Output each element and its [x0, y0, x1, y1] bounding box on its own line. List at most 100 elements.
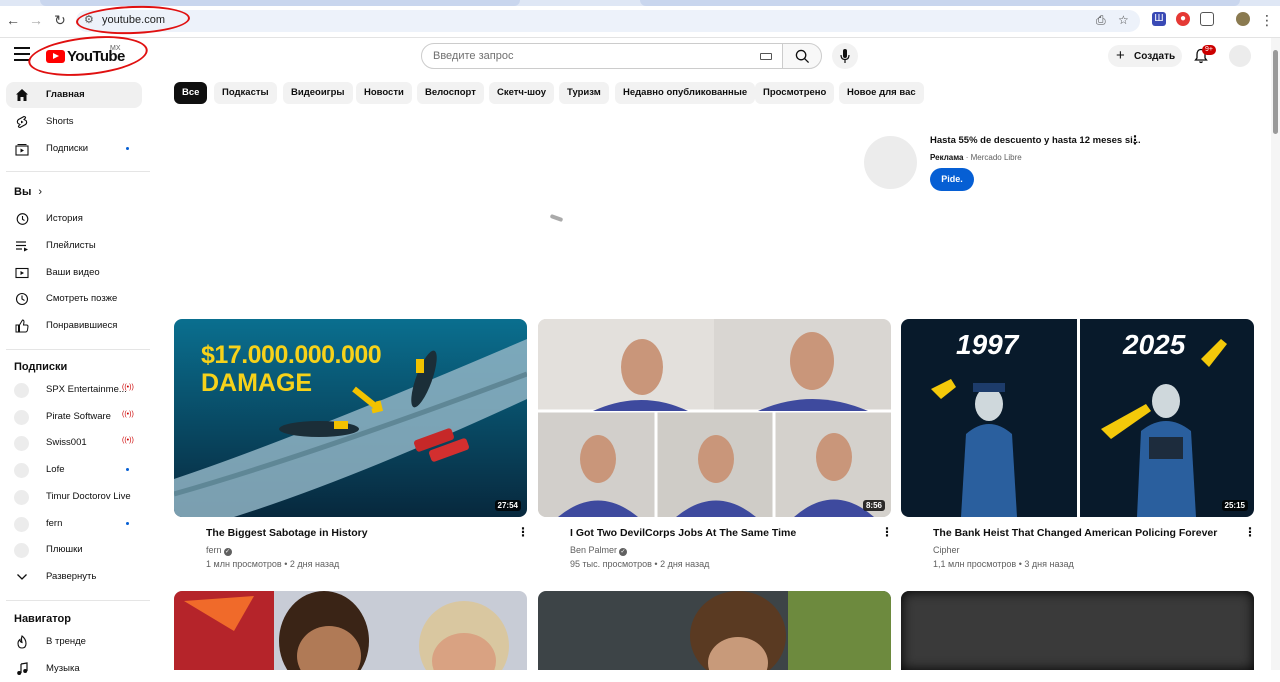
you-section-header[interactable]: Вы › [14, 186, 42, 198]
sidebar-channel-item[interactable]: Timur Doctorov Live [6, 484, 142, 510]
browser-tab[interactable] [640, 0, 1240, 6]
video-thumbnail[interactable] [901, 591, 1254, 670]
extension-icon[interactable]: Ш [1152, 12, 1166, 26]
video-title[interactable]: The Biggest Sabotage in History [206, 527, 368, 539]
extension-icon[interactable]: ● [1176, 12, 1190, 26]
search-icon [795, 49, 810, 64]
channel-name[interactable]: Ben Palmer [570, 545, 617, 555]
video-more-options-icon[interactable]: ⋮ [517, 525, 529, 539]
video-title[interactable]: The Bank Heist That Changed American Pol… [933, 527, 1217, 539]
keyboard-icon[interactable] [760, 53, 772, 60]
channel-avatar [14, 436, 29, 451]
channel-name: fern [46, 518, 63, 529]
search-placeholder: Введите запрос [433, 50, 514, 62]
video-thumbnail[interactable] [174, 591, 527, 670]
chevron-right-icon: › [38, 186, 43, 198]
chip-cycling[interactable]: Велоспорт [417, 82, 484, 104]
chevron-down-icon [17, 574, 27, 580]
sidebar-item-history[interactable]: История [6, 206, 142, 232]
sidebar-item-trending[interactable]: В тренде [6, 629, 142, 655]
divider [6, 171, 150, 172]
playlists-icon [16, 241, 28, 252]
video-channel[interactable]: Cipher [933, 545, 960, 555]
video-thumbnail[interactable]: $17.000.000.000 DAMAGE 27:54 [174, 319, 527, 517]
ad-avatar[interactable] [864, 136, 917, 189]
your-videos-icon [15, 267, 29, 279]
microphone-icon [840, 49, 850, 63]
ad-cta-button[interactable]: Pide. [930, 168, 974, 191]
create-button[interactable]: + Создать [1108, 45, 1182, 67]
channel-avatar [14, 463, 29, 478]
video-more-options-icon[interactable]: ⋮ [1244, 525, 1256, 539]
upload-age: 3 дня назад [1024, 559, 1074, 569]
sidebar-item-shorts[interactable]: Shorts [6, 109, 142, 135]
chip-sketch[interactable]: Скетч-шоу [489, 82, 554, 104]
chip-podcasts[interactable]: Подкасты [214, 82, 277, 104]
video-title[interactable]: I Got Two DevilCorps Jobs At The Same Ti… [570, 527, 796, 539]
sidebar-item-label: Смотреть позже [46, 293, 118, 304]
channel-name[interactable]: Cipher [933, 545, 960, 555]
sidebar-channel-item[interactable]: SPX Entertainme... ((•)) [6, 377, 142, 403]
forward-icon[interactable]: → [27, 11, 45, 29]
extensions-puzzle-icon[interactable] [1200, 12, 1214, 26]
ad-title[interactable]: Hasta 55% de descuento y hasta 12 meses … [930, 135, 1141, 146]
chip-watched[interactable]: Просмотрено [755, 82, 835, 104]
chip-tourism[interactable]: Туризм [559, 82, 609, 104]
thumbnail-text: $17.000.000.000 [201, 341, 382, 369]
divider [6, 600, 150, 601]
video-duration: 8:56 [862, 500, 885, 511]
sidebar-item-liked[interactable]: Понравившиеся [6, 313, 142, 339]
reload-icon[interactable]: ↻ [51, 11, 69, 29]
sidebar-channel-item[interactable]: fern [6, 511, 142, 537]
scrollbar-thumb[interactable] [1273, 50, 1278, 134]
channel-name: Swiss001 [46, 437, 87, 448]
sidebar-item-label: Главная [46, 89, 85, 100]
channel-avatar [14, 543, 29, 558]
chip-recently-uploaded[interactable]: Недавно опубликованные [615, 82, 756, 104]
sidebar-item-home[interactable]: Главная [6, 82, 142, 108]
chip-news[interactable]: Новости [356, 82, 412, 104]
sidebar-item-label: Понравившиеся [46, 320, 118, 331]
sidebar-item-label: Подписки [46, 143, 89, 154]
search-input[interactable]: Введите запрос [421, 43, 783, 69]
back-icon[interactable]: ← [4, 11, 22, 29]
sidebar-item-watch-later[interactable]: Смотреть позже [6, 286, 142, 312]
video-more-options-icon[interactable]: ⋮ [881, 525, 893, 539]
voice-search-button[interactable] [832, 43, 858, 69]
divider [6, 349, 150, 350]
sidebar-item-label: Развернуть [46, 571, 97, 582]
live-icon: ((•)) [122, 437, 134, 444]
video-channel[interactable]: Ben Palmer ✓ [570, 545, 628, 556]
sidebar-channel-item[interactable]: Плюшки [6, 537, 142, 563]
chip-new-to-you[interactable]: Новое для вас [839, 82, 924, 104]
account-avatar[interactable] [1229, 45, 1251, 67]
sidebar-item-music[interactable]: Музыка [6, 656, 142, 682]
ad-more-options-icon[interactable]: ⋮ [1129, 133, 1141, 147]
sidebar-channel-item[interactable]: Pirate Software ((•)) [6, 404, 142, 430]
browser-tab[interactable] [40, 0, 520, 6]
profile-avatar[interactable] [1236, 12, 1250, 26]
chip-all[interactable]: Все [174, 82, 208, 104]
install-app-icon[interactable]: ⎙ [1096, 13, 1106, 28]
video-channel[interactable]: fern ✓ [206, 545, 232, 556]
sidebar-item-label: Музыка [46, 663, 80, 674]
sidebar-channel-item[interactable]: Swiss001 ((•)) [6, 430, 142, 456]
address-bar[interactable]: ⚙ youtube.com ⎙ ☆ [76, 10, 1140, 32]
search-button[interactable] [782, 43, 822, 69]
page-scrollbar[interactable] [1271, 38, 1280, 670]
sidebar-item-your-videos[interactable]: Ваши видео [6, 260, 142, 286]
sidebar-item-playlists[interactable]: Плейлисты [6, 233, 142, 259]
video-duration: 27:54 [494, 500, 521, 511]
sidebar-expand-button[interactable]: Развернуть [6, 564, 142, 590]
chip-videogames[interactable]: Видеоигры [283, 82, 353, 104]
browser-menu-icon[interactable]: ⋮ [1258, 11, 1276, 29]
channel-name[interactable]: fern [206, 545, 222, 555]
sidebar-channel-item[interactable]: Lofe [6, 457, 142, 483]
video-thumbnail[interactable]: 1997 2025 25:15 [901, 319, 1254, 517]
video-thumbnail[interactable] [538, 591, 891, 670]
bookmark-star-icon[interactable]: ☆ [1118, 13, 1129, 27]
video-thumbnail[interactable]: 8:56 [538, 319, 891, 517]
live-icon: ((•)) [122, 411, 134, 418]
sidebar-item-subscriptions[interactable]: Подписки [6, 136, 142, 162]
channel-avatar [14, 410, 29, 425]
